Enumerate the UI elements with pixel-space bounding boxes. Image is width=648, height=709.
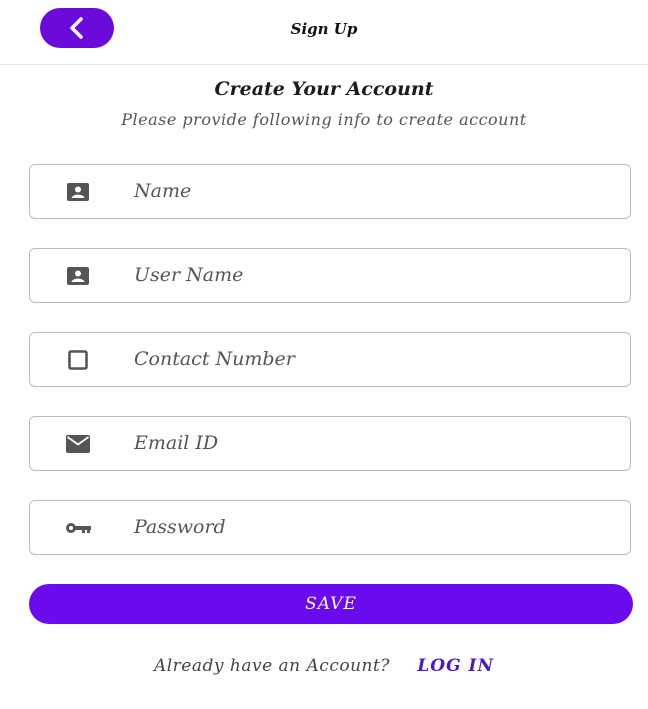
key-icon (64, 517, 92, 539)
form-heading: Create Your Account (214, 78, 434, 100)
name-input[interactable] (134, 171, 604, 211)
contact-card-icon (64, 181, 92, 203)
username-input[interactable] (134, 255, 604, 295)
password-field (29, 500, 631, 555)
top-app-bar: Sign Up (0, 0, 648, 65)
email-field (29, 416, 631, 471)
contact-number-field (29, 332, 631, 387)
save-button[interactable]: SAVE (29, 584, 633, 624)
contact-number-input[interactable] (134, 339, 604, 379)
login-prompt: Already have an Account? LOG IN (0, 656, 648, 676)
square-outline-icon (64, 349, 92, 371)
page-title: Sign Up (290, 20, 358, 38)
username-field (29, 248, 631, 303)
envelope-icon (64, 433, 92, 455)
contact-card-icon (64, 265, 92, 287)
email-input[interactable] (134, 423, 604, 463)
login-link[interactable]: LOG IN (417, 656, 494, 676)
login-question-text: Already have an Account? (153, 656, 390, 676)
name-field (29, 164, 631, 219)
form-subheading: Please provide following info to create … (121, 110, 527, 129)
password-input[interactable] (134, 507, 604, 547)
